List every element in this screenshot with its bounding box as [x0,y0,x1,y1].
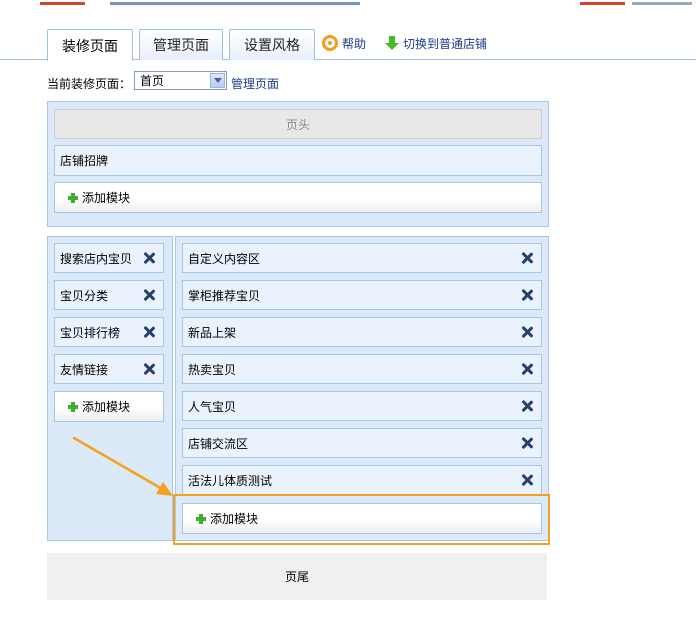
chevron-down-icon[interactable] [210,73,225,88]
module-label: 宝贝分类 [60,288,109,303]
close-icon[interactable] [520,399,534,413]
close-icon[interactable] [520,473,534,487]
module-label: 宝贝排行榜 [60,325,121,340]
left-module-category[interactable]: 宝贝分类 [54,280,164,310]
close-icon[interactable] [520,251,534,265]
shop-sign-label: 店铺招牌 [60,154,109,168]
module-label: 掌柜推荐宝贝 [188,288,261,303]
top-strip-clipped [0,0,696,8]
module-label: 店铺交流区 [188,436,249,451]
close-icon[interactable] [142,251,156,265]
page-header-bar: 页头 [54,109,542,139]
help-label: 帮助 [342,36,367,51]
module-label: 活法儿体质测试 [188,473,273,488]
close-icon[interactable] [520,288,534,302]
tab-manage-page[interactable]: 管理页面 [139,29,223,60]
main-module-popular[interactable]: 人气宝贝 [182,391,542,421]
module-label: 搜索店内宝贝 [60,251,133,266]
left-module-friend-links[interactable]: 友情链接 [54,354,164,384]
page-footer-bar: 页尾 [47,553,547,600]
plus-icon [68,401,78,412]
left-module-ranking[interactable]: 宝贝排行榜 [54,317,164,347]
help-icon [322,35,338,51]
close-icon[interactable] [142,362,156,376]
module-label: 新品上架 [188,325,237,340]
module-label: 自定义内容区 [188,251,261,266]
main-add-module-button[interactable]: 添加模块 [182,503,542,534]
add-module-label: 添加模块 [82,191,131,205]
close-icon[interactable] [520,362,534,376]
main-module-constitution-test[interactable]: 活法儿体质测试 [182,465,542,495]
page-select-value: 首页 [140,74,165,88]
left-add-module-button[interactable]: 添加模块 [54,391,164,422]
tab-decorate-page[interactable]: 装修页面 [47,29,133,61]
add-module-label: 添加模块 [210,512,259,526]
module-label: 人气宝贝 [188,399,237,414]
module-label: 热卖宝贝 [188,362,237,377]
current-page-label: 当前装修页面： [47,77,132,91]
add-module-label: 添加模块 [82,400,131,414]
main-module-recommended[interactable]: 掌柜推荐宝贝 [182,280,542,310]
switch-label: 切换到普通店铺 [403,36,488,51]
close-icon[interactable] [520,436,534,450]
manage-page-link[interactable]: 管理页面 [231,75,279,92]
help-link[interactable]: 帮助 [322,33,366,53]
tab-set-style[interactable]: 设置风格 [229,29,315,60]
header-add-module-button[interactable]: 添加模块 [54,182,542,213]
module-label: 友情链接 [60,362,109,377]
plus-icon [68,192,78,203]
left-module-search[interactable]: 搜索店内宝贝 [54,243,164,273]
plus-icon [196,513,206,524]
close-icon[interactable] [520,325,534,339]
close-icon[interactable] [142,288,156,302]
main-module-shop-forum[interactable]: 店铺交流区 [182,428,542,458]
close-icon[interactable] [142,325,156,339]
main-module-new-arrivals[interactable]: 新品上架 [182,317,542,347]
main-module-custom-content[interactable]: 自定义内容区 [182,243,542,273]
switch-normal-shop-link[interactable]: 切换到普通店铺 [385,33,487,53]
arrow-down-icon [385,36,399,50]
main-module-hot-sale[interactable]: 热卖宝贝 [182,354,542,384]
shop-sign-module[interactable]: 店铺招牌 [54,145,542,176]
page-select[interactable]: 首页 [134,71,227,90]
